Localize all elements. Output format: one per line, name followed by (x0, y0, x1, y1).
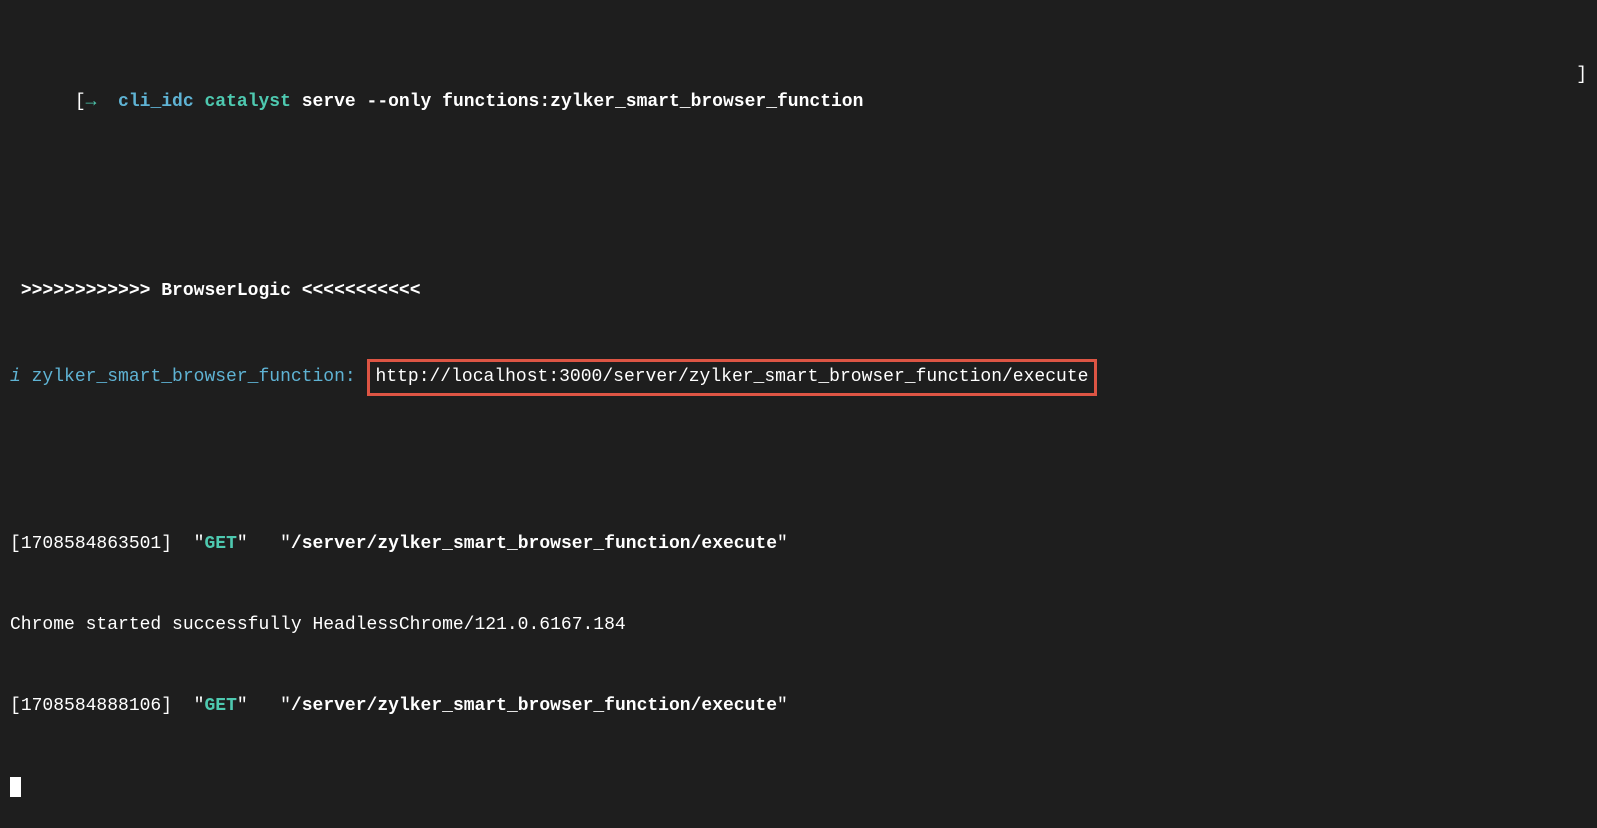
log-quote: " (237, 534, 248, 554)
log-quote: " (777, 696, 788, 716)
blank-line (10, 197, 1587, 224)
command-args: serve --only functions:zylker_smart_brow… (302, 92, 864, 112)
prompt-close-bracket: ] (1576, 62, 1587, 143)
section-chevrons-right: <<<<<<<<<<< (302, 281, 421, 301)
log-quote: " (280, 534, 291, 554)
log-line-2: [1708584888106] "GET" "/server/zylker_sm… (10, 693, 1587, 720)
info-icon: i (10, 367, 21, 387)
cursor-line (10, 774, 1587, 801)
log-timestamp-1: 1708584863501 (21, 534, 161, 554)
section-chevrons-left: >>>>>>>>>>>> (21, 281, 151, 301)
chrome-start-line: Chrome started successfully HeadlessChro… (10, 612, 1587, 639)
log-quote: " (237, 696, 248, 716)
log-quote: " (280, 696, 291, 716)
prompt-line: [→ cli_idc catalyst serve --only functio… (10, 62, 1587, 143)
function-url[interactable]: http://localhost:3000/server/zylker_smar… (367, 359, 1098, 396)
log-method-2: GET (204, 696, 236, 716)
log-bracket-open: [ (10, 534, 21, 554)
blank-line-2 (10, 450, 1587, 477)
terminal-cursor (10, 777, 21, 797)
terminal-output[interactable]: [→ cli_idc catalyst serve --only functio… (10, 8, 1587, 828)
log-quote: " (194, 534, 205, 554)
log-bracket-close: ] (161, 534, 172, 554)
chrome-status: Chrome started successfully HeadlessChro… (10, 615, 626, 635)
function-name-label: zylker_smart_browser_function: (32, 367, 356, 387)
log-quote: " (777, 534, 788, 554)
section-header-line: >>>>>>>>>>>> BrowserLogic <<<<<<<<<<< (10, 278, 1587, 305)
prompt-context: cli_idc (118, 92, 194, 112)
log-bracket-close: ] (161, 696, 172, 716)
prompt-open-bracket: [ (75, 92, 86, 112)
command-main: catalyst (204, 92, 290, 112)
log-line-1: [1708584863501] "GET" "/server/zylker_sm… (10, 531, 1587, 558)
info-line: i zylker_smart_browser_function: http://… (10, 359, 1587, 396)
section-title: BrowserLogic (161, 281, 291, 301)
log-bracket-open: [ (10, 696, 21, 716)
log-method-1: GET (204, 534, 236, 554)
log-quote: " (194, 696, 205, 716)
log-path-2: /server/zylker_smart_browser_function/ex… (291, 696, 777, 716)
log-timestamp-2: 1708584888106 (21, 696, 161, 716)
prompt-arrow-icon: → (86, 92, 97, 112)
log-path-1: /server/zylker_smart_browser_function/ex… (291, 534, 777, 554)
